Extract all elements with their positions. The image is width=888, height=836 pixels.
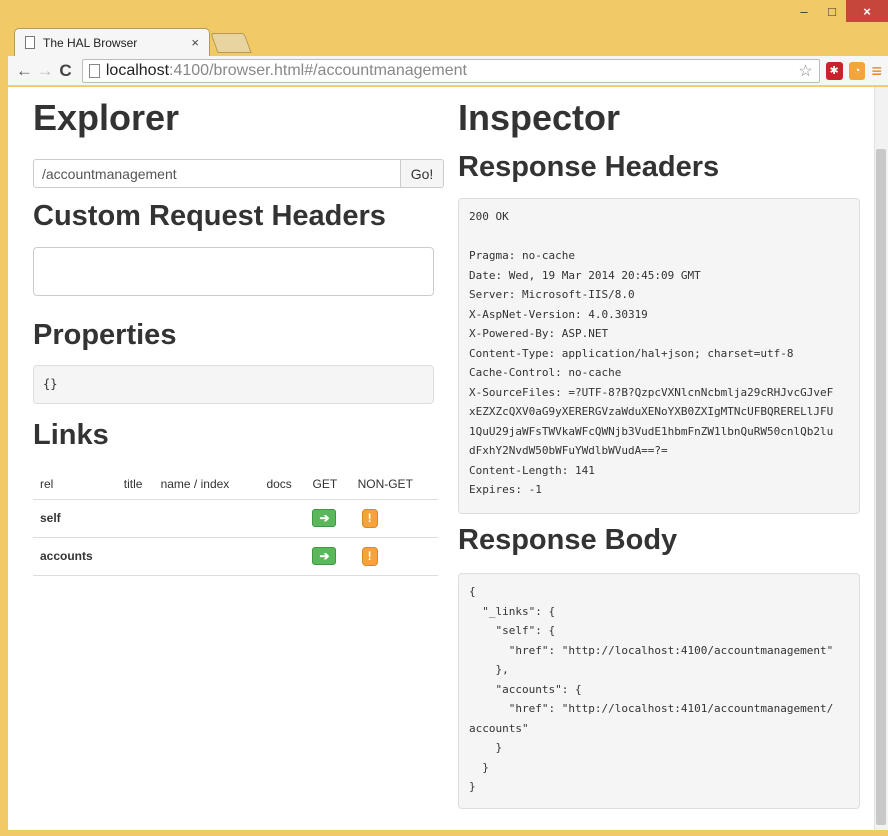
custom-headers-textarea[interactable] [33,247,434,296]
links-table: rel title name / index docs GET NON-GET … [33,469,438,576]
link-docs [259,537,306,576]
col-rel: rel [33,469,117,500]
response-body-box: { "_links": { "self": { "href": "http://… [458,573,860,809]
explorer-title: Explorer [33,97,180,138]
get-cell: ➔ [305,499,351,538]
non-get-cell: ! [350,499,438,538]
tab-title: The HAL Browser [43,35,138,50]
tab-close-icon[interactable]: × [191,35,199,50]
non-get-button[interactable]: ! [361,508,378,528]
go-button[interactable]: Go! [400,159,444,188]
address-bar[interactable]: localhost :4100/browser.html#/accountman… [81,58,820,83]
col-docs: docs [259,469,306,500]
minimize-button[interactable]: – [790,0,818,22]
maximize-button[interactable]: □ [818,0,846,22]
page-icon [25,36,35,49]
browser-toolbar: ← → C localhost :4100/browser.html#/acco… [8,56,888,86]
extension-icon[interactable]: ✱ [825,61,843,80]
response-headers-box: 200 OK Pragma: no-cache Date: Wed, 19 Ma… [458,198,860,514]
url-path: :4100/browser.html#/accountmanagement [169,61,467,79]
table-row: accounts ➔ ! [33,537,438,576]
get-cell: ➔ [305,537,351,576]
response-headers-title: Response Headers [458,151,720,183]
link-name [153,537,260,576]
col-non-get: NON-GET [350,469,438,500]
window-controls: – □ × [790,0,888,22]
browser-tab[interactable]: The HAL Browser × [14,28,210,56]
non-get-cell: ! [350,537,438,576]
link-rel: accounts [33,537,117,576]
inspector-title: Inspector [458,97,621,138]
bookmark-star-icon[interactable]: ☆ [798,61,812,81]
scrollbar-thumb[interactable] [876,149,886,825]
properties-title: Properties [33,319,177,351]
links-header-row: rel title name / index docs GET NON-GET [33,469,438,500]
links-title: Links [33,419,109,451]
page-icon [88,63,100,78]
page-viewport: Explorer Go! Custom Request Headers Prop… [8,87,888,830]
get-button[interactable]: ➔ [312,547,337,565]
col-get: GET [305,469,351,500]
link-title [116,499,154,538]
new-tab-button[interactable] [210,33,252,53]
response-body-title: Response Body [458,524,678,556]
forward-icon[interactable]: → [35,61,56,81]
url-input[interactable] [33,159,401,188]
reload-icon[interactable]: C [55,61,76,81]
link-name [153,499,260,538]
link-rel: self [33,499,117,538]
url-host: localhost [105,61,170,79]
link-docs [259,499,306,538]
get-button[interactable]: ➔ [312,509,337,527]
custom-headers-title: Custom Request Headers [33,200,386,232]
non-get-button[interactable]: ! [361,546,378,566]
rss-icon[interactable]: ◔ [848,61,866,80]
back-icon[interactable]: ← [14,61,35,81]
link-title [116,537,154,576]
col-name-index: name / index [153,469,260,500]
close-window-button[interactable]: × [846,0,888,22]
properties-box: {} [33,365,434,404]
col-title: title [116,469,154,500]
table-row: self ➔ ! [33,499,438,538]
vertical-scrollbar[interactable] [874,87,888,830]
window-titlebar: – □ × The HAL Browser × [0,0,888,56]
menu-icon[interactable]: ≡ [871,62,882,80]
